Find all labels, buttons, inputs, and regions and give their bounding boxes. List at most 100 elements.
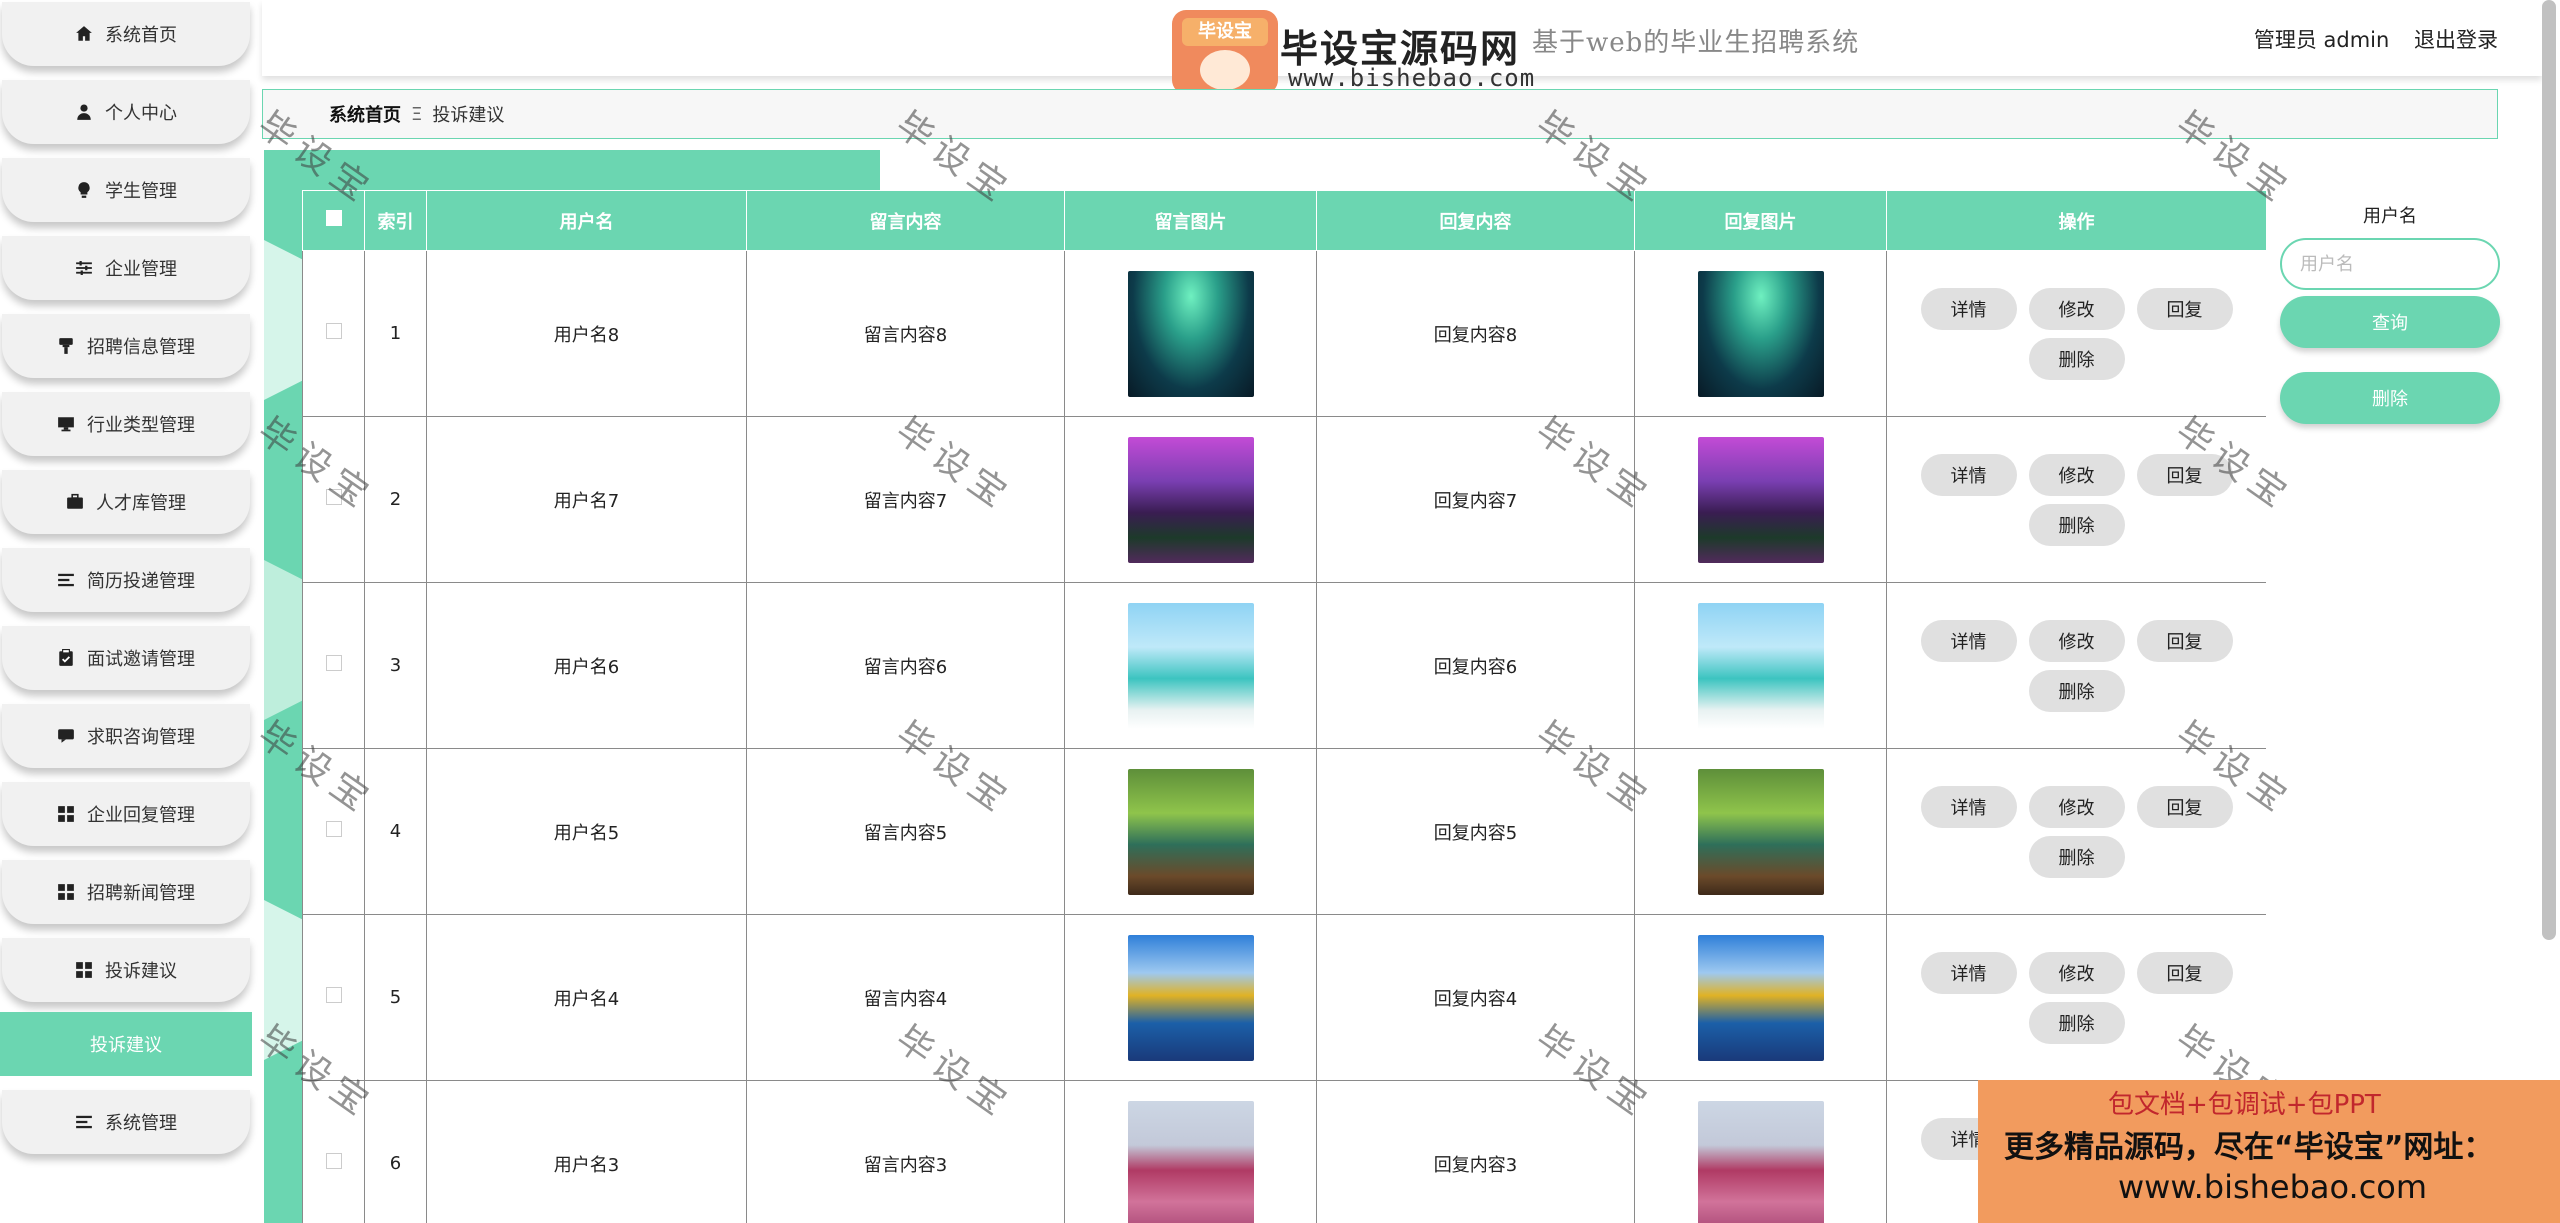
row-username: 用户名4 <box>426 914 747 1081</box>
sidebar-item-8[interactable]: 面试邀请管理 <box>2 626 250 690</box>
breadcrumb-home[interactable]: 系统首页 <box>329 101 401 127</box>
row-index: 3 <box>364 582 427 749</box>
row-select-cell[interactable] <box>302 748 365 915</box>
logo-badge-text: 毕设宝 <box>1182 18 1268 46</box>
sidebar-item-12[interactable]: 投诉建议 <box>2 938 250 1002</box>
sidebar-item-7[interactable]: 简历投递管理 <box>2 548 250 612</box>
row-username: 用户名3 <box>426 1080 747 1223</box>
reply-image[interactable] <box>1697 436 1824 563</box>
sidebar-item-3[interactable]: 企业管理 <box>2 236 250 300</box>
row-index: 2 <box>364 416 427 583</box>
edit-button[interactable]: 修改 <box>2028 951 2125 994</box>
message-image[interactable] <box>1127 602 1254 729</box>
row-actions-cell: 详情修改回复删除 <box>1886 416 2266 583</box>
monitor-icon <box>57 415 75 433</box>
detail-button[interactable]: 详情 <box>1920 453 2017 496</box>
reply-button[interactable]: 回复 <box>2136 619 2233 662</box>
sidebar-item-0[interactable]: 系统首页 <box>2 2 250 66</box>
list-icon <box>57 571 75 589</box>
complaints-table-wrap: 索引 用户名 留言内容 留言图片 回复内容 回复图片 操作 1 用户名8 留言内容8… <box>302 190 2266 1223</box>
sidebar-item-11[interactable]: 招聘新闻管理 <box>2 860 250 924</box>
search-username-label: 用户名 <box>2363 206 2417 227</box>
row-message-image-cell <box>1064 748 1317 915</box>
row-actions-cell: 详情修改回复删除 <box>1886 582 2266 749</box>
row-checkbox[interactable] <box>325 655 342 671</box>
row-message: 留言内容7 <box>746 416 1065 583</box>
message-image[interactable] <box>1127 1100 1254 1223</box>
edit-button[interactable]: 修改 <box>2028 287 2125 330</box>
select-all-header[interactable] <box>302 190 365 251</box>
row-checkbox[interactable] <box>325 821 342 837</box>
table-header-row: 索引 用户名 留言内容 留言图片 回复内容 回复图片 操作 <box>302 190 2266 251</box>
delete-button[interactable]: 删除 <box>2028 835 2125 878</box>
delete-button[interactable]: 删除 <box>2028 1001 2125 1044</box>
clipboard-icon <box>57 649 75 667</box>
sidebar-item-10[interactable]: 企业回复管理 <box>2 782 250 846</box>
row-select-cell[interactable] <box>302 582 365 749</box>
edit-button[interactable]: 修改 <box>2028 453 2125 496</box>
sidebar-item-5[interactable]: 行业类型管理 <box>2 392 250 456</box>
sidebar-item-label: 投诉建议 <box>105 961 177 982</box>
sidebar-item-4[interactable]: 招聘信息管理 <box>2 314 250 378</box>
row-select-cell[interactable] <box>302 250 365 417</box>
system-title: 基于web的毕业生招聘系统 <box>1532 28 1860 58</box>
row-message-image-cell <box>1064 914 1317 1081</box>
detail-button[interactable]: 详情 <box>1920 785 2017 828</box>
message-image[interactable] <box>1127 768 1254 895</box>
reply-image[interactable] <box>1697 602 1824 729</box>
row-actions: 详情修改回复删除 <box>1912 616 2242 716</box>
col-header-reply: 回复内容 <box>1316 190 1635 251</box>
reply-image[interactable] <box>1697 934 1824 1061</box>
message-image[interactable] <box>1127 934 1254 1061</box>
row-select-cell[interactable] <box>302 416 365 583</box>
admin-user-label[interactable]: 管理员 admin <box>2254 28 2389 52</box>
detail-button[interactable]: 详情 <box>1920 951 2017 994</box>
row-checkbox[interactable] <box>325 987 342 1003</box>
row-select-cell[interactable] <box>302 1080 365 1223</box>
row-reply-image-cell <box>1634 914 1887 1081</box>
sidebar-item-6[interactable]: 人才库管理 <box>2 470 250 534</box>
promo-line-1: 包文档+包调试+包PPT <box>2108 1090 2381 1120</box>
table-row: 5 用户名4 留言内容4 回复内容4 详情 修改 回复 删除 <box>302 914 2266 1081</box>
sidebar-subitem-active[interactable]: 投诉建议 <box>0 1012 252 1076</box>
reply-image[interactable] <box>1697 768 1824 895</box>
reply-button[interactable]: 回复 <box>2136 453 2233 496</box>
reply-image[interactable] <box>1697 270 1824 397</box>
breadcrumb: 系统首页 Ξ 投诉建议 <box>262 89 2498 139</box>
row-checkbox[interactable] <box>325 323 342 339</box>
promo-line-2: 更多精品源码，尽在“毕设宝”网址： <box>2004 1130 2494 1165</box>
delete-button[interactable]: 删除 <box>2028 669 2125 712</box>
row-actions: 详情修改回复删除 <box>1912 782 2242 882</box>
detail-button[interactable]: 详情 <box>1920 287 2017 330</box>
query-button[interactable]: 查询 <box>2280 296 2500 348</box>
row-checkbox[interactable] <box>325 1153 342 1169</box>
reply-button[interactable]: 回复 <box>2136 785 2233 828</box>
sidebar-item-system[interactable]: 系统管理 <box>2 1090 250 1154</box>
message-image[interactable] <box>1127 270 1254 397</box>
select-all-checkbox[interactable] <box>325 210 342 226</box>
row-index: 6 <box>364 1080 427 1223</box>
grid-icon <box>57 805 75 823</box>
row-select-cell[interactable] <box>302 914 365 1081</box>
batch-delete-button[interactable]: 删除 <box>2280 372 2500 424</box>
sidebar-item-label: 面试邀请管理 <box>87 649 195 670</box>
sidebar-item-9[interactable]: 求职咨询管理 <box>2 704 250 768</box>
detail-button[interactable]: 详情 <box>1920 619 2017 662</box>
row-reply: 回复内容8 <box>1316 250 1635 417</box>
sidebar-item-2[interactable]: 学生管理 <box>2 158 250 222</box>
reply-image[interactable] <box>1697 1100 1824 1223</box>
logout-link[interactable]: 退出登录 <box>2414 28 2498 52</box>
delete-button[interactable]: 删除 <box>2028 503 2125 546</box>
search-username-input[interactable] <box>2280 238 2500 290</box>
sidebar-item-1[interactable]: 个人中心 <box>2 80 250 144</box>
list-icon <box>75 1113 93 1131</box>
message-image[interactable] <box>1127 436 1254 563</box>
delete-button[interactable]: 删除 <box>2028 337 2125 380</box>
chat-icon <box>57 727 75 745</box>
page-scrollbar[interactable] <box>2542 0 2556 940</box>
reply-button[interactable]: 回复 <box>2136 287 2233 330</box>
edit-button[interactable]: 修改 <box>2028 785 2125 828</box>
reply-button[interactable]: 回复 <box>2136 951 2233 994</box>
row-checkbox[interactable] <box>325 489 342 505</box>
edit-button[interactable]: 修改 <box>2028 619 2125 662</box>
